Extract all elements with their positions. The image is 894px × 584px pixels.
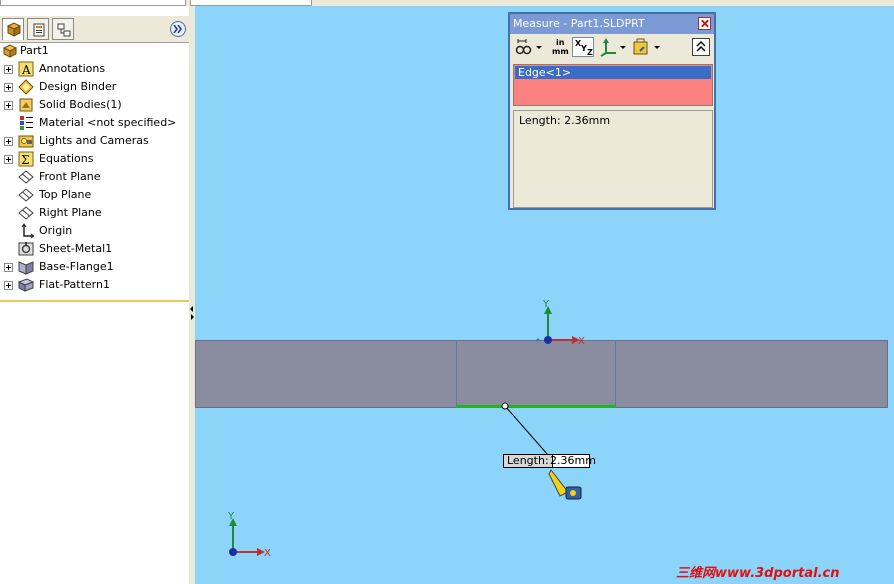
units-top-label: in xyxy=(556,38,565,47)
measure-result-text: Length: 2.36mm xyxy=(519,114,611,127)
measure-dialog: Measure - Part1.SLDPRT in mm XYZ Edge<1>… xyxy=(508,12,716,210)
length-callout[interactable]: Length: 2.36mm xyxy=(503,454,596,468)
reference-y-label: Y xyxy=(227,511,235,522)
measure-dialog-title: Measure - Part1.SLDPRT xyxy=(513,17,645,30)
edge-pick-point xyxy=(501,402,509,410)
measure-toolbar: in mm XYZ xyxy=(510,34,714,60)
watermark: 三维网www.3dportal.cn xyxy=(676,566,840,581)
units-precision-icon[interactable]: in mm xyxy=(550,37,572,57)
viewport-overlay: Y X Y X xyxy=(227,299,585,559)
callout-key: Length: xyxy=(504,455,553,467)
selection-list[interactable]: Edge<1> xyxy=(513,64,713,106)
show-xyz-icon[interactable]: XY Z xyxy=(572,37,594,57)
collapse-dialog-icon[interactable] xyxy=(692,37,710,57)
measure-cursor-icon xyxy=(548,469,582,500)
selection-item[interactable]: Edge<1> xyxy=(515,66,711,79)
close-button[interactable] xyxy=(698,17,711,30)
arc-circle-measure-icon[interactable] xyxy=(514,37,544,57)
svg-text:Y: Y xyxy=(580,44,587,53)
callout-value: 2.36mm xyxy=(550,454,596,467)
origin-x-label: X xyxy=(578,336,585,347)
callout-leader xyxy=(504,405,549,456)
coordinate-system-icon[interactable] xyxy=(632,37,662,57)
svg-text:Z: Z xyxy=(587,48,593,57)
measure-dialog-titlebar[interactable]: Measure - Part1.SLDPRT xyxy=(510,14,714,34)
origin-y-label: Y xyxy=(542,299,550,310)
origin-triad xyxy=(536,306,580,344)
projection-icon[interactable] xyxy=(598,37,628,57)
reference-triad xyxy=(229,518,265,556)
measure-results: Length: 2.36mm xyxy=(513,110,713,208)
units-bottom-label: mm xyxy=(552,47,569,56)
reference-x-label: X xyxy=(264,548,271,559)
